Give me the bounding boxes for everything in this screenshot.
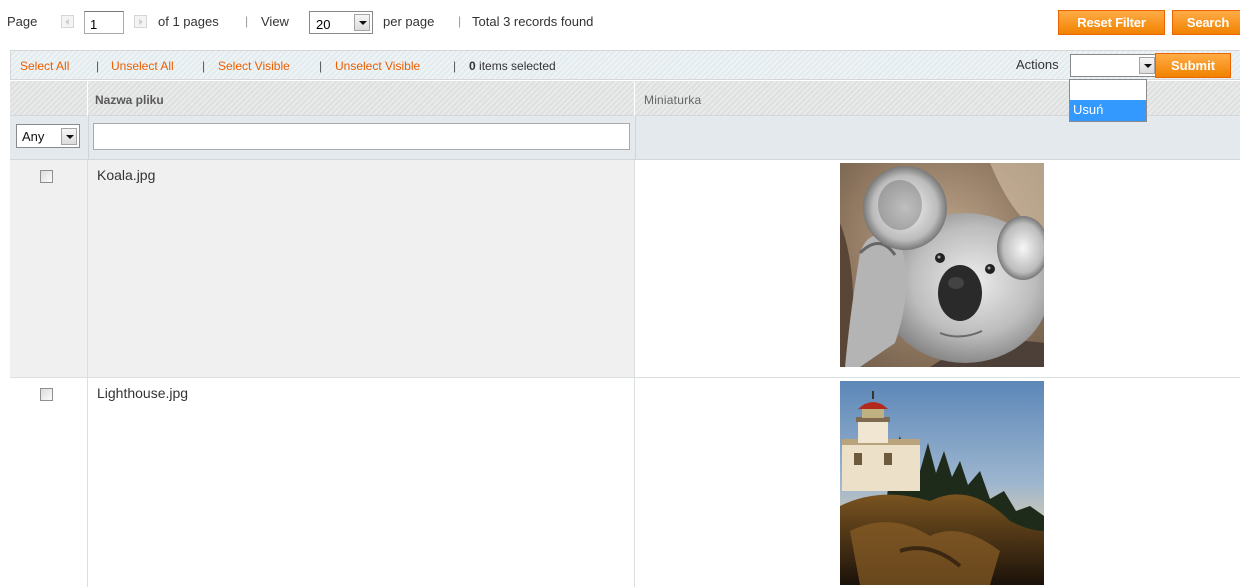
filename-text: Koala.jpg bbox=[97, 167, 156, 183]
next-page-icon[interactable] bbox=[134, 15, 147, 28]
unselect-visible-link[interactable]: Unselect Visible bbox=[335, 59, 420, 73]
per-page-value: 20 bbox=[316, 17, 331, 32]
selected-count-value: 0 bbox=[469, 59, 476, 73]
actions-dropdown-list: Usuń bbox=[1069, 79, 1147, 122]
search-button[interactable]: Search bbox=[1172, 10, 1240, 35]
pager-toolbar: Page of 1 pages | View 20 per page | Tot… bbox=[0, 0, 1240, 44]
actions-label: Actions bbox=[1016, 57, 1059, 72]
chevron-down-icon[interactable] bbox=[61, 128, 77, 145]
select-all-link[interactable]: Select All bbox=[20, 59, 69, 73]
massaction-separator: | bbox=[453, 59, 457, 73]
filter-row: Any bbox=[10, 116, 1240, 160]
files-grid: Nazwa pliku Miniaturka Any Koala.jpg Lig… bbox=[10, 81, 1240, 587]
view-label: View bbox=[261, 14, 289, 29]
row-checkbox-cell bbox=[10, 378, 88, 587]
filename-column-header[interactable]: Nazwa pliku bbox=[88, 81, 635, 116]
previous-page-icon[interactable] bbox=[61, 15, 74, 28]
total-records-text: Total 3 records found bbox=[472, 14, 594, 29]
items-selected-count: 0 items selected bbox=[469, 59, 556, 73]
select-visible-link[interactable]: Select Visible bbox=[218, 59, 290, 73]
chevron-down-icon[interactable] bbox=[1139, 57, 1155, 74]
massaction-separator: | bbox=[96, 59, 100, 73]
page-number-input[interactable] bbox=[84, 11, 124, 34]
any-value: Any bbox=[22, 129, 45, 144]
actions-select[interactable] bbox=[1070, 54, 1158, 77]
thumbnail-cell bbox=[635, 160, 1240, 377]
pager-separator: | bbox=[458, 14, 462, 28]
per-page-text: per page bbox=[383, 14, 435, 29]
table-row: Koala.jpg bbox=[10, 160, 1240, 378]
actions-option-blank[interactable] bbox=[1070, 80, 1146, 100]
unselect-all-link[interactable]: Unselect All bbox=[111, 59, 174, 73]
filename-filter-input[interactable] bbox=[93, 123, 630, 150]
row-checkbox[interactable] bbox=[40, 388, 53, 401]
filename-header-label: Nazwa pliku bbox=[95, 93, 164, 107]
thumbnail-column-header: Miniaturka bbox=[635, 81, 1240, 116]
reset-filter-button[interactable]: Reset Filter bbox=[1058, 10, 1165, 35]
row-checkbox-cell bbox=[10, 160, 88, 377]
filename-text: Lighthouse.jpg bbox=[97, 385, 189, 401]
grid-headings: Nazwa pliku Miniaturka bbox=[10, 81, 1240, 116]
thumbnail-cell bbox=[635, 378, 1240, 587]
massaction-separator: | bbox=[319, 59, 323, 73]
massaction-bar: Select All | Unselect All | Select Visib… bbox=[10, 50, 1240, 80]
pager-separator: | bbox=[245, 14, 249, 28]
filename-cell: Lighthouse.jpg bbox=[88, 378, 635, 587]
filter-cell-divider bbox=[635, 116, 636, 160]
checkbox-column-header bbox=[10, 81, 88, 116]
filename-cell: Koala.jpg bbox=[88, 160, 635, 377]
koala-image bbox=[840, 163, 1044, 367]
actions-option-delete[interactable]: Usuń bbox=[1070, 100, 1146, 121]
filter-cell-divider bbox=[88, 116, 89, 160]
page-label: Page bbox=[7, 14, 38, 29]
chevron-down-icon[interactable] bbox=[354, 14, 370, 31]
table-row: Lighthouse.jpg bbox=[10, 378, 1240, 587]
row-checkbox[interactable] bbox=[40, 170, 53, 183]
of-pages-text: of 1 pages bbox=[158, 14, 219, 29]
lighthouse-image bbox=[840, 381, 1044, 585]
thumbnail-header-label: Miniaturka bbox=[644, 93, 702, 107]
items-selected-text: items selected bbox=[479, 59, 556, 73]
massaction-separator: | bbox=[202, 59, 206, 73]
submit-button[interactable]: Submit bbox=[1155, 53, 1231, 78]
massaction-filter-select[interactable]: Any bbox=[16, 124, 80, 148]
per-page-select[interactable]: 20 bbox=[309, 11, 373, 34]
